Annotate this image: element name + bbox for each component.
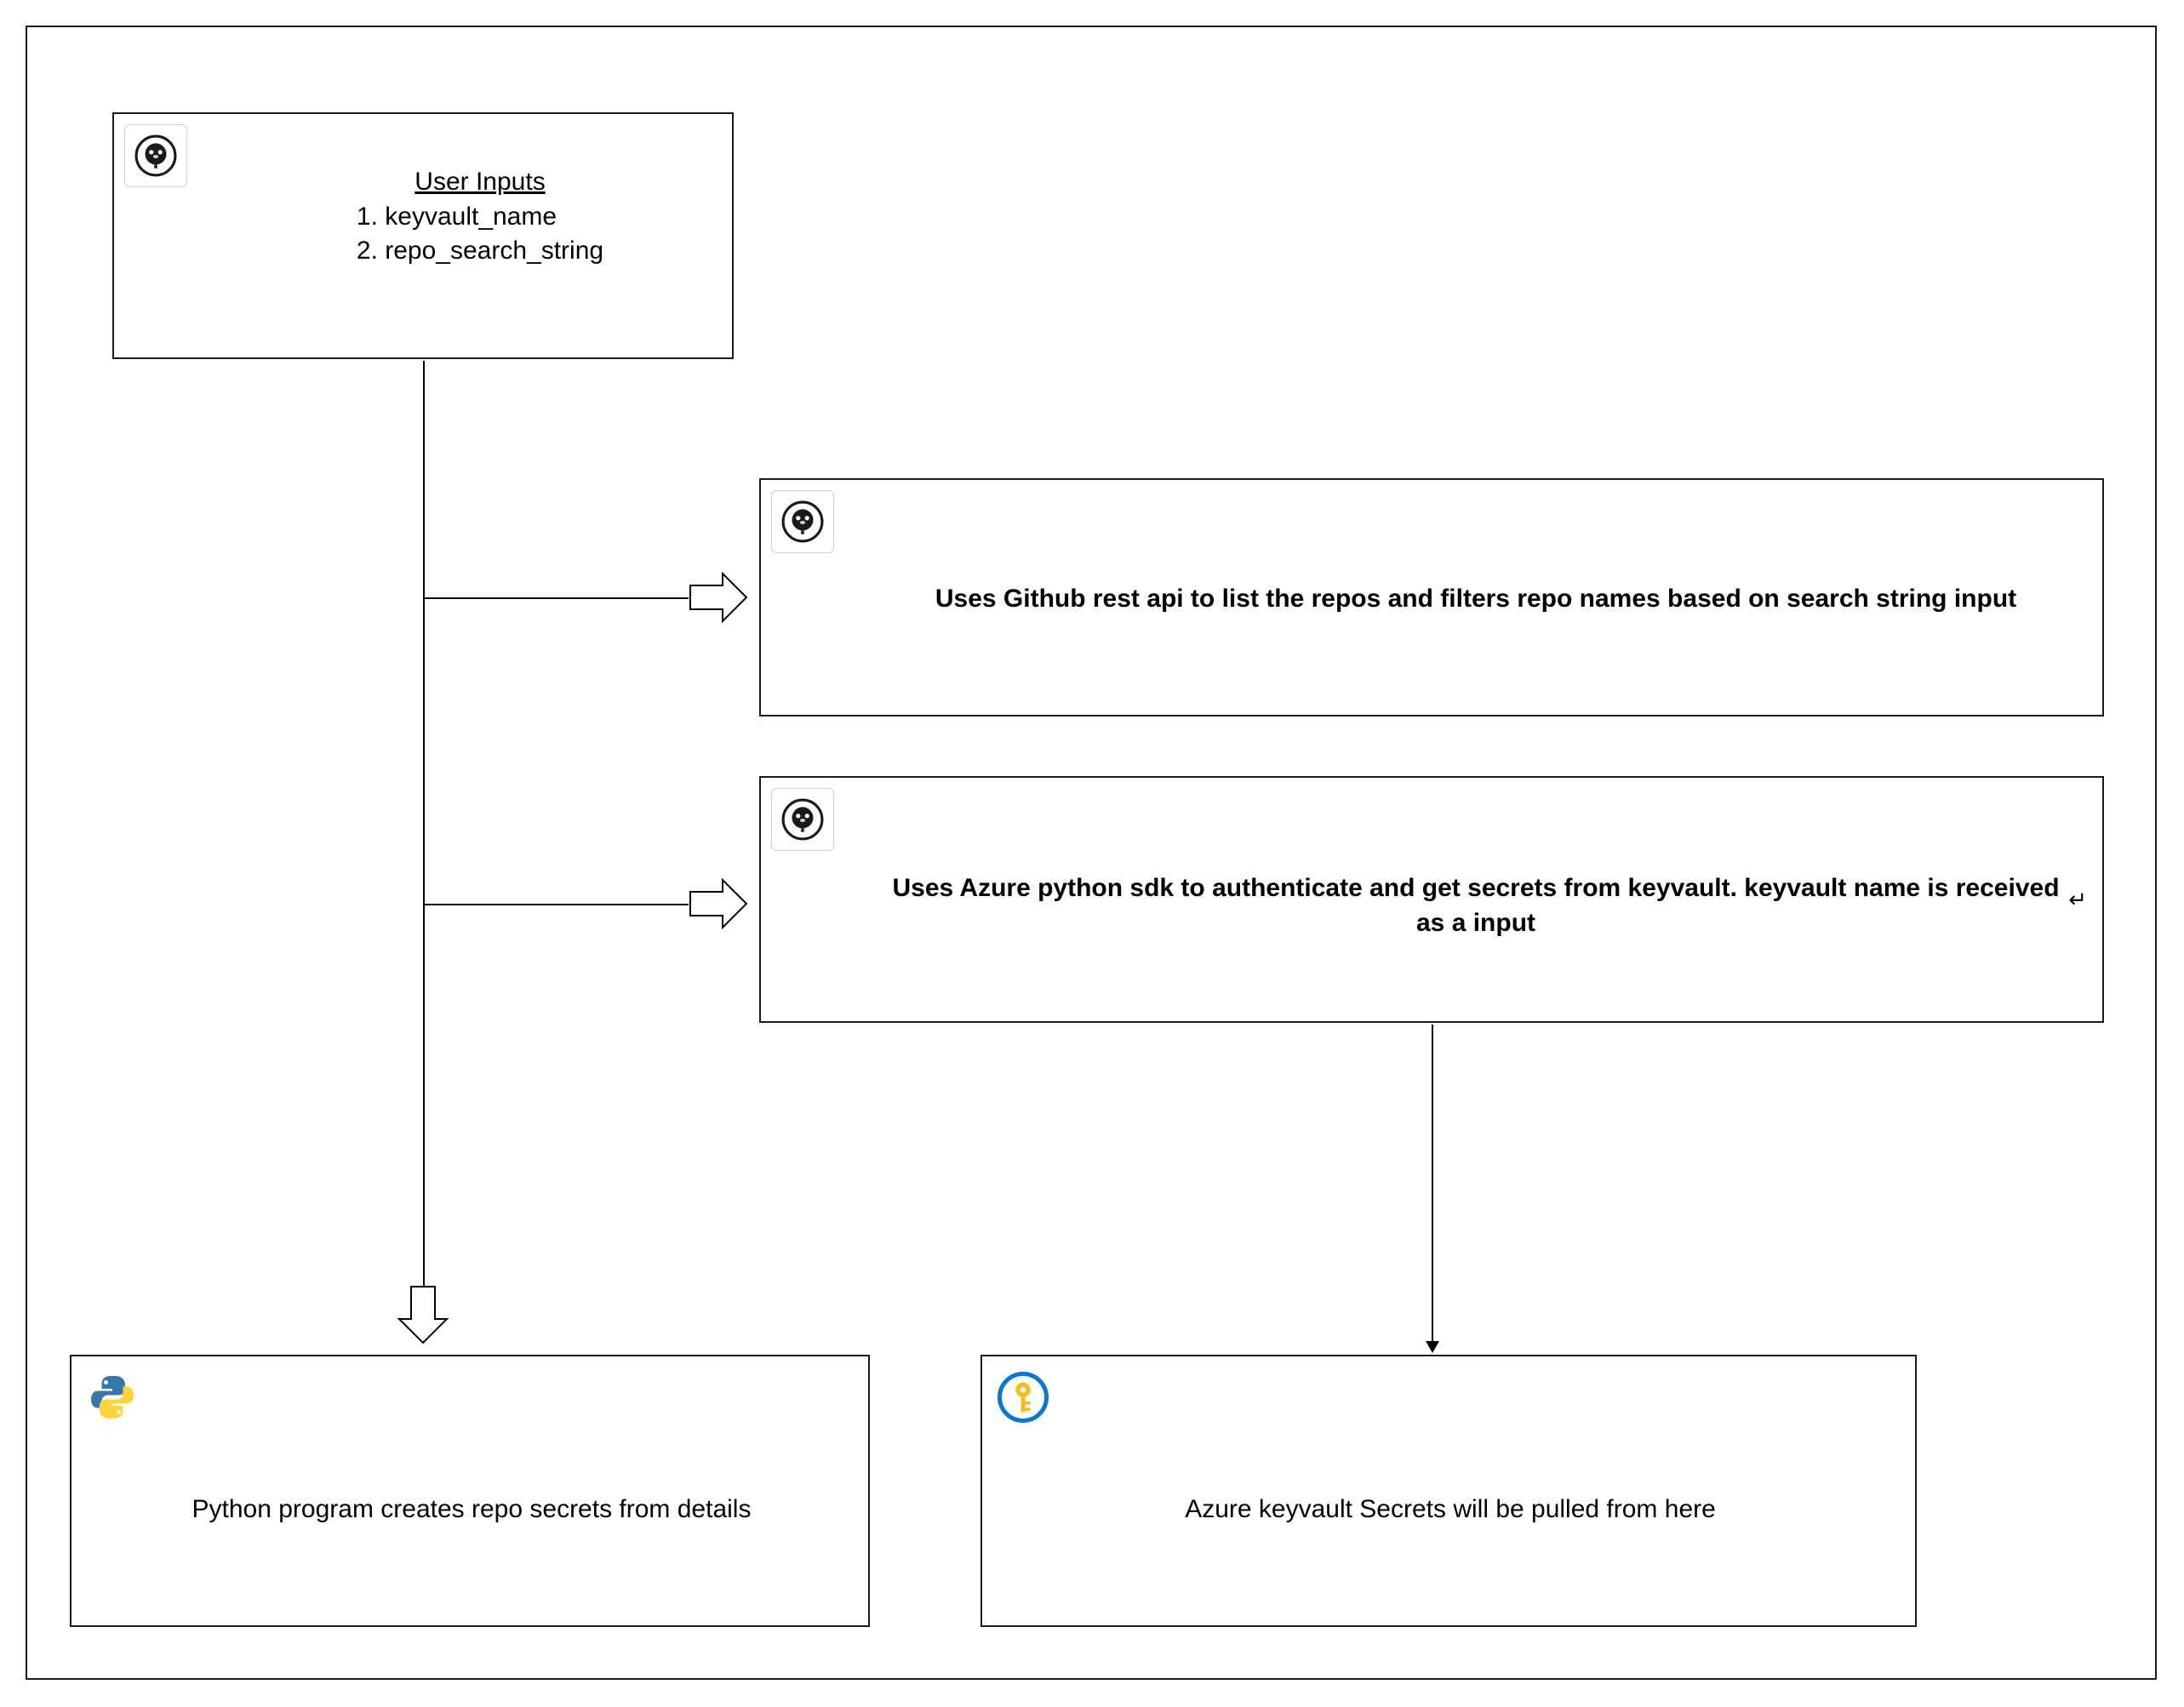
node-azure-keyvault: Azure keyvault Secrets will be pulled fr…	[981, 1355, 1917, 1627]
diagram-canvas: User Inputs 1. keyvault_name 2. repo_sea…	[26, 26, 2157, 1680]
arrow-to-github-api	[689, 570, 748, 625]
github-api-text: Uses Github rest api to list the repos a…	[897, 582, 2055, 617]
user-inputs-line1: 1. keyvault_name	[357, 203, 557, 231]
user-inputs-line2: 2. repo_search_string	[357, 237, 603, 265]
azure-keyvault-text: Azure keyvault Secrets will be pulled fr…	[1050, 1493, 1850, 1527]
enter-glyph-icon: ↵	[2068, 887, 2087, 913]
arrow-to-python-program	[396, 1285, 450, 1344]
connector-branch-2	[425, 904, 689, 905]
github-icon	[124, 124, 187, 187]
github-icon	[771, 490, 834, 553]
node-github-api: Uses Github rest api to list the repos a…	[759, 478, 2104, 716]
python-icon	[82, 1367, 143, 1428]
arrow-to-azure-sdk	[689, 876, 748, 931]
connector-trunk-vertical	[423, 361, 425, 1287]
node-python-program: Python program creates repo secrets from…	[70, 1355, 870, 1627]
key-icon	[992, 1367, 1054, 1428]
connector-sdk-to-keyvault	[1432, 1025, 1433, 1343]
github-icon	[771, 788, 834, 851]
python-program-text: Python program creates repo secrets from…	[123, 1493, 820, 1527]
azure-sdk-text: Uses Azure python sdk to authenticate an…	[880, 871, 2072, 940]
user-inputs-title: User Inputs	[415, 168, 545, 196]
connector-branch-1	[425, 597, 689, 599]
node-azure-sdk: Uses Azure python sdk to authenticate an…	[759, 776, 2104, 1023]
arrowhead-to-keyvault	[1426, 1341, 1439, 1353]
node-user-inputs: User Inputs 1. keyvault_name 2. repo_sea…	[112, 112, 734, 359]
